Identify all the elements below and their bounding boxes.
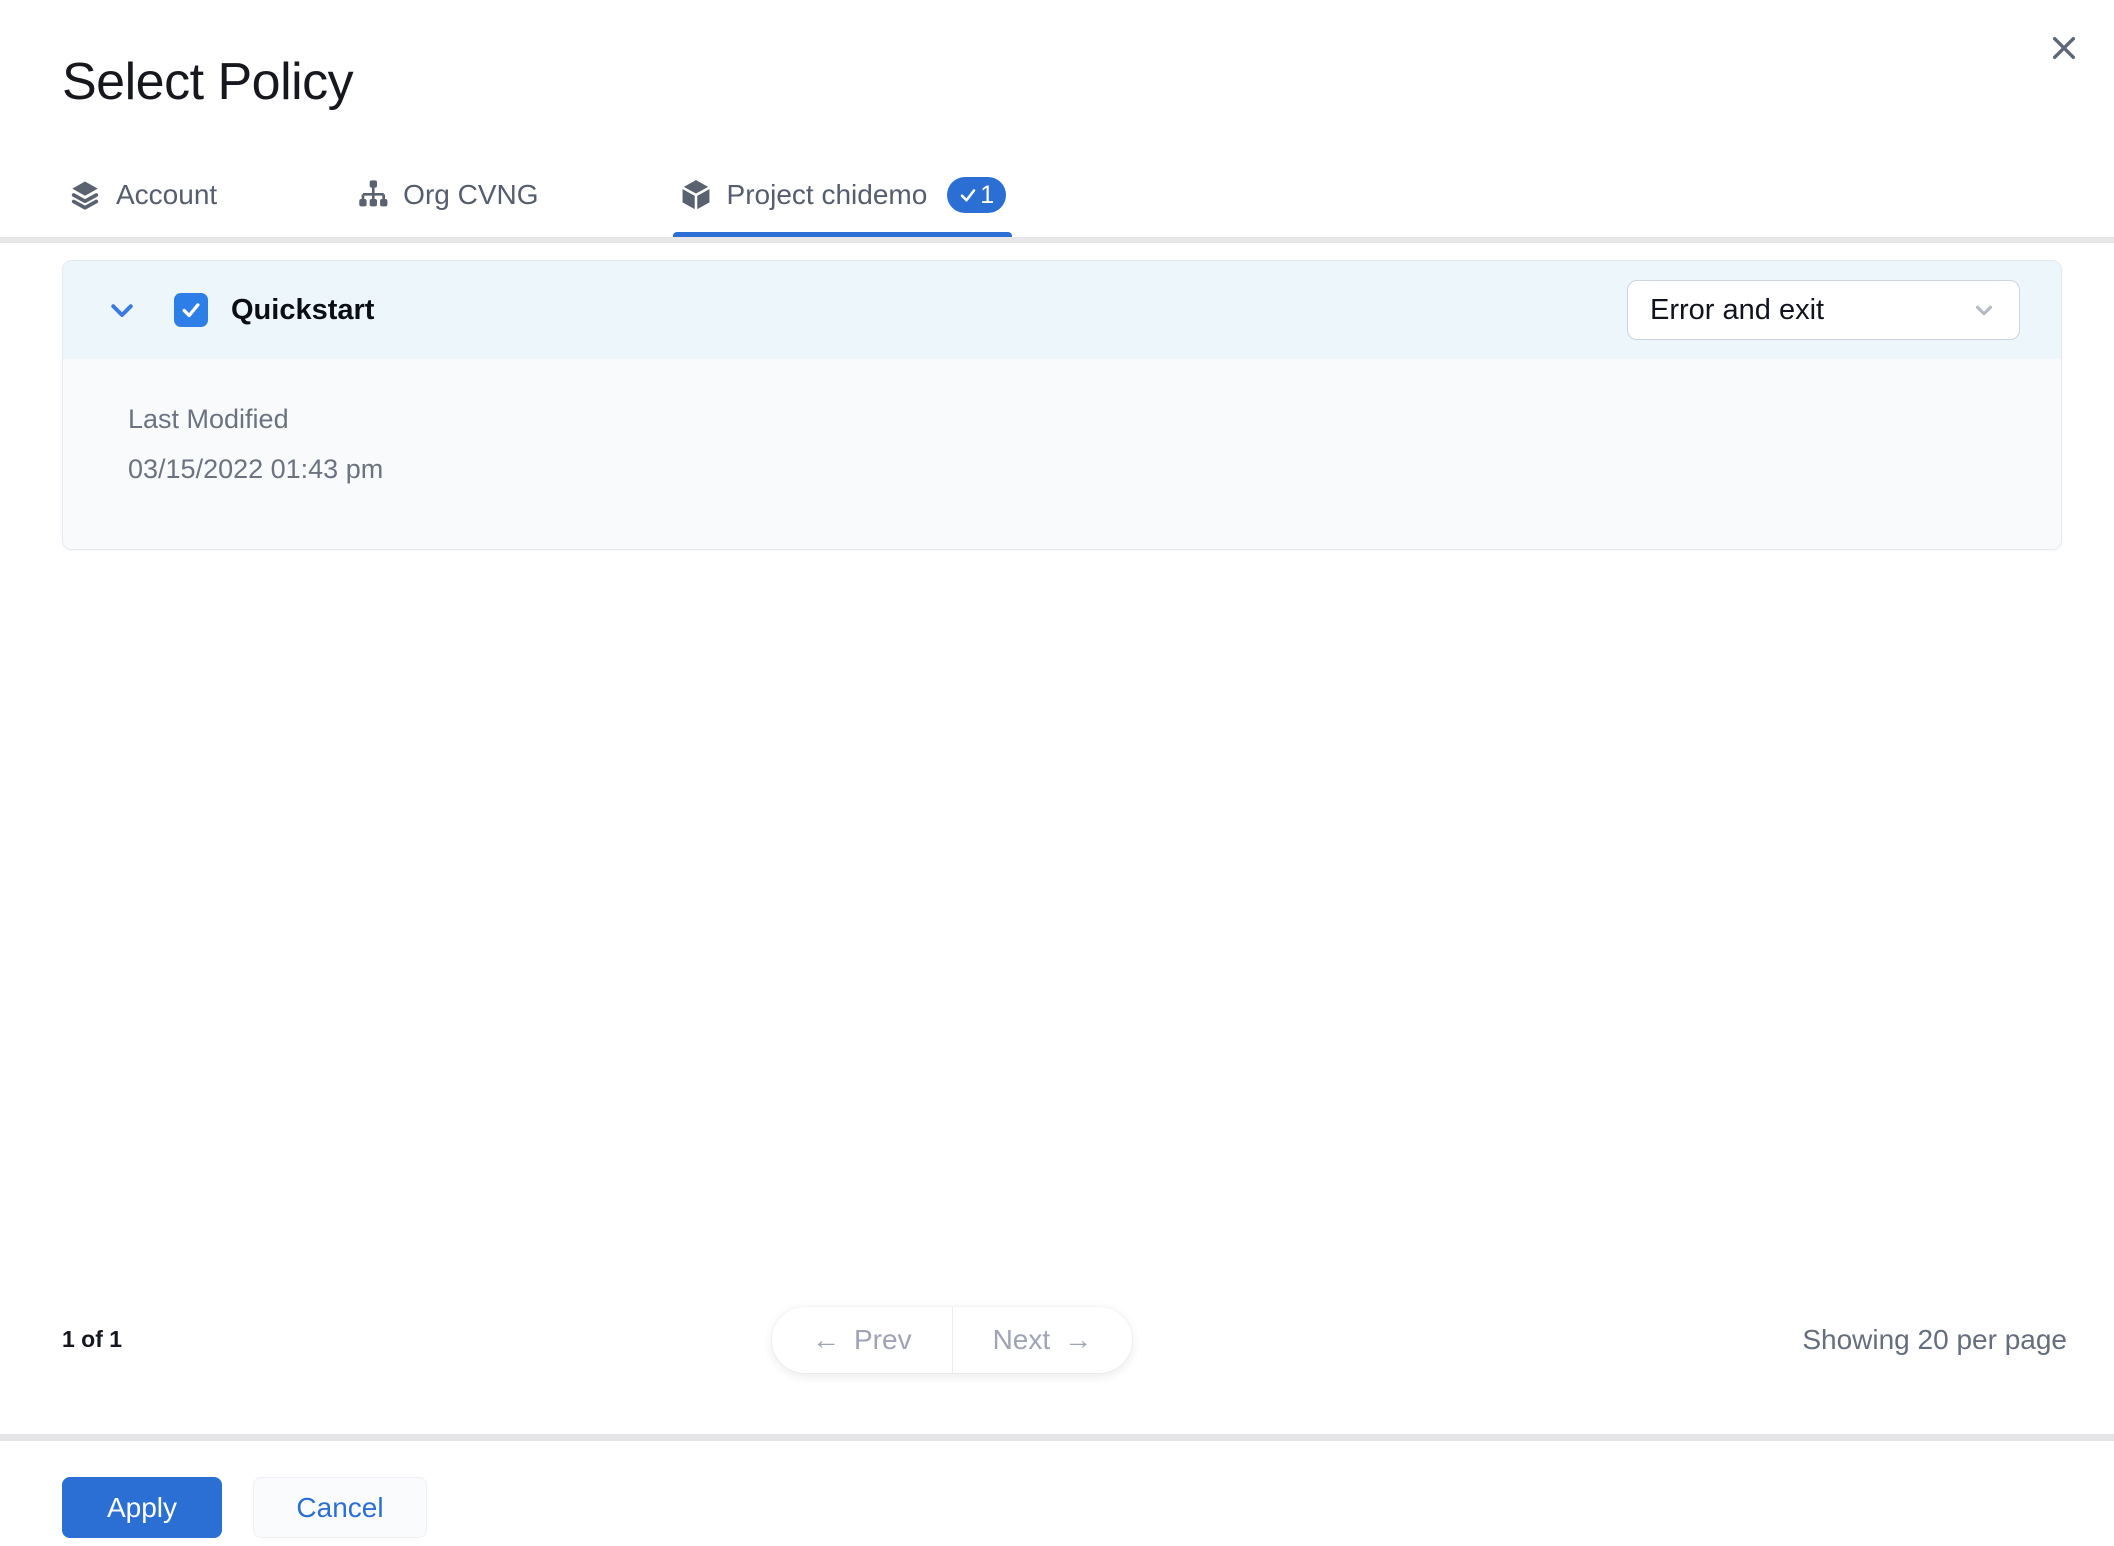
check-icon	[961, 189, 976, 202]
tabs-divider	[0, 237, 2114, 243]
tab-org-cvng[interactable]: Org CVNG	[351, 168, 544, 222]
chevron-down-icon	[1975, 305, 1993, 316]
pagination-controls: ← Prev Next →	[772, 1307, 1133, 1373]
policy-action-select[interactable]: Error and exit	[1627, 280, 2020, 340]
close-icon[interactable]	[2036, 20, 2092, 76]
policy-name: Quickstart	[231, 293, 375, 326]
org-hierarchy-icon	[357, 179, 389, 211]
tab-account[interactable]: Account	[62, 168, 223, 222]
showing-per-page: Showing 20 per page	[1802, 1324, 2067, 1355]
selected-count-badge: 1	[947, 177, 1007, 213]
tab-label: Project chidemo	[726, 179, 928, 210]
page-title: Select Policy	[62, 53, 354, 111]
prev-button[interactable]: ← Prev	[772, 1307, 952, 1373]
scope-tabs: Account Org CVNG Project chidemo 1	[62, 168, 1013, 237]
select-policy-modal: Select Policy Account Org CVNG Project c…	[0, 0, 2114, 1546]
arrow-left-icon: ←	[812, 1324, 840, 1355]
cancel-button[interactable]: Cancel	[253, 1477, 427, 1538]
prev-label: Prev	[854, 1324, 912, 1355]
tab-label: Account	[116, 179, 218, 210]
next-button[interactable]: Next →	[951, 1307, 1133, 1373]
layers-icon	[68, 178, 102, 212]
check-icon	[182, 303, 200, 318]
tab-project-chidemo[interactable]: Project chidemo 1	[672, 168, 1013, 237]
select-value: Error and exit	[1650, 293, 1825, 326]
chevron-down-icon[interactable]	[106, 294, 138, 326]
badge-count: 1	[980, 180, 995, 209]
policy-card: Quickstart Error and exit Last Modified …	[62, 260, 2062, 550]
policy-row: Quickstart Error and exit	[63, 261, 2061, 359]
cube-icon	[679, 178, 713, 212]
apply-button[interactable]: Apply	[62, 1477, 222, 1538]
policy-details: Last Modified 03/15/2022 01:43 pm	[63, 359, 2061, 549]
tab-label: Org CVNG	[403, 179, 539, 210]
last-modified-label: Last Modified	[128, 404, 289, 434]
page-count: 1 of 1	[62, 1326, 123, 1352]
next-label: Next	[992, 1324, 1051, 1355]
footer-divider	[0, 1434, 2114, 1441]
arrow-right-icon: →	[1064, 1324, 1093, 1355]
policy-checkbox[interactable]	[174, 293, 208, 327]
last-modified-value: 03/15/2022 01:43 pm	[128, 454, 384, 485]
